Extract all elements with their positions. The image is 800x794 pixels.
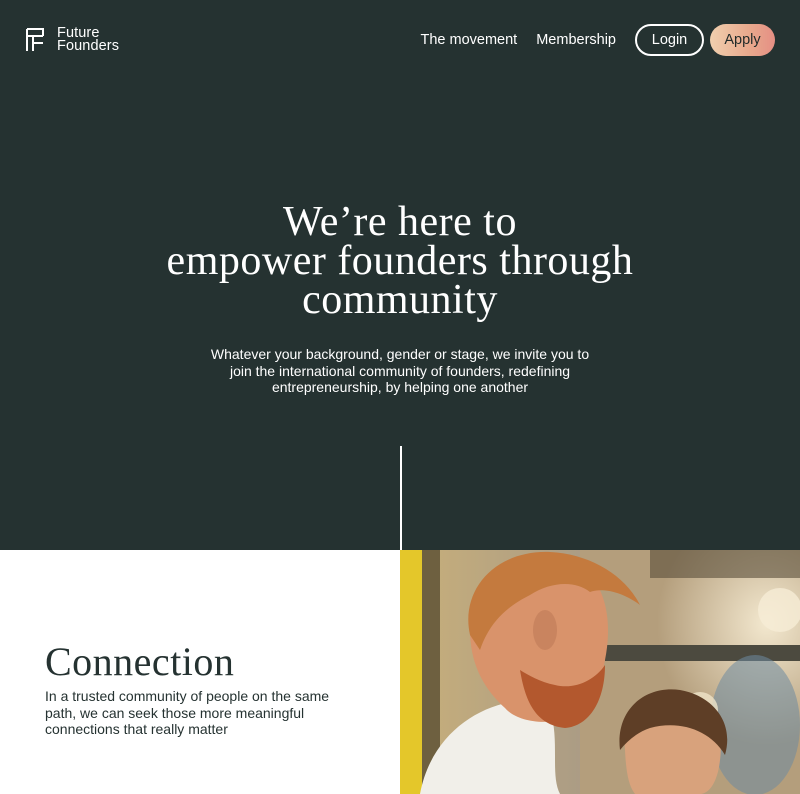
hero-subtitle-line: Whatever your background, gender or stag… xyxy=(210,346,590,362)
community-photo xyxy=(400,550,800,794)
future-founders-logo-icon xyxy=(26,28,44,51)
hero-subtitle-line: join the international community of foun… xyxy=(229,362,571,379)
community-photo-illustration xyxy=(400,550,800,794)
hero-subtitle-line: entrepreneurship, by helping one another xyxy=(271,379,529,395)
nav-link-the-movement[interactable]: The movement xyxy=(421,32,518,48)
main-nav: The movement Membership Login Apply xyxy=(421,24,775,56)
vertical-divider xyxy=(400,446,402,550)
hero-title-line: community xyxy=(302,277,498,323)
connection-text: In a trusted community of people on the … xyxy=(45,688,345,738)
connection-text-line: path, we can seek those more meaningful xyxy=(45,704,305,721)
brand-name: Future Founders xyxy=(57,26,120,54)
hero-title-line: empower founders through xyxy=(166,238,634,284)
hero-title-line: We’re here to xyxy=(283,199,517,245)
brand-logo[interactable]: Future Founders xyxy=(25,26,120,54)
site-header: Future Founders The movement Membership … xyxy=(0,0,800,80)
brand-name-line2: Founders xyxy=(57,38,120,54)
connection-text-line: In a trusted community of people on the … xyxy=(45,688,330,704)
connection-section: Connection In a trusted community of peo… xyxy=(0,550,400,794)
hero-title: We’re here to empower founders through c… xyxy=(0,199,800,323)
apply-button[interactable]: Apply xyxy=(710,24,775,56)
connection-text-line: connections that really matter xyxy=(45,721,228,737)
login-button[interactable]: Login xyxy=(635,24,704,56)
nav-link-membership[interactable]: Membership xyxy=(536,32,616,48)
hero-subtitle: Whatever your background, gender or stag… xyxy=(0,346,800,396)
connection-title: Connection xyxy=(45,639,235,684)
